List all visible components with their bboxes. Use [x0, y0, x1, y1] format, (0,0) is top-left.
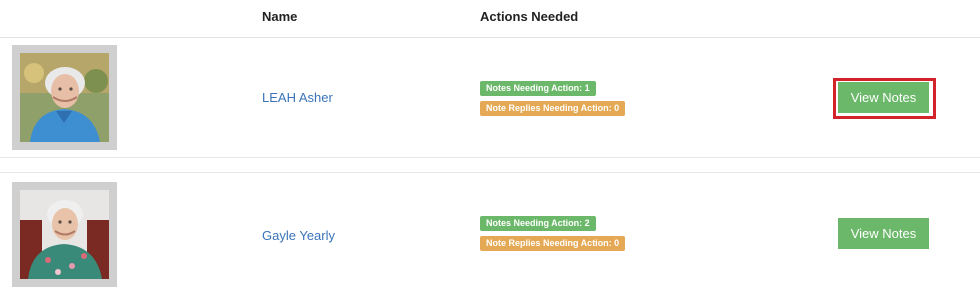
actions-needed-badges: Notes Needing Action: 1 Note Replies Nee… [480, 81, 626, 121]
portrait-image [20, 190, 109, 279]
table-row: Gayle Yearly Notes Needing Action: 2 Not… [0, 173, 980, 288]
table-header: Name Actions Needed [0, 0, 980, 38]
column-header-actions-needed: Actions Needed [480, 9, 579, 24]
actions-needed-badges: Notes Needing Action: 2 Note Replies Nee… [480, 216, 626, 256]
resident-name-link[interactable]: Gayle Yearly [262, 228, 335, 243]
table-row: LEAH Asher Notes Needing Action: 1 Note … [0, 38, 980, 157]
resident-photo [12, 182, 117, 287]
resident-name-link[interactable]: LEAH Asher [262, 90, 333, 105]
notes-needing-action-badge: Notes Needing Action: 1 [480, 81, 596, 96]
resident-notes-page: Name Actions Needed LEAH Asher Notes Nee… [0, 0, 980, 288]
view-notes-button[interactable]: View Notes [838, 218, 929, 249]
view-notes-button[interactable]: View Notes [838, 82, 929, 113]
row-divider [0, 157, 980, 158]
column-header-name: Name [262, 9, 298, 24]
resident-photo [12, 45, 117, 150]
note-replies-needing-action-badge: Note Replies Needing Action: 0 [480, 101, 626, 116]
portrait-image [20, 53, 109, 142]
notes-needing-action-badge: Notes Needing Action: 2 [480, 216, 596, 231]
note-replies-needing-action-badge: Note Replies Needing Action: 0 [480, 236, 626, 251]
